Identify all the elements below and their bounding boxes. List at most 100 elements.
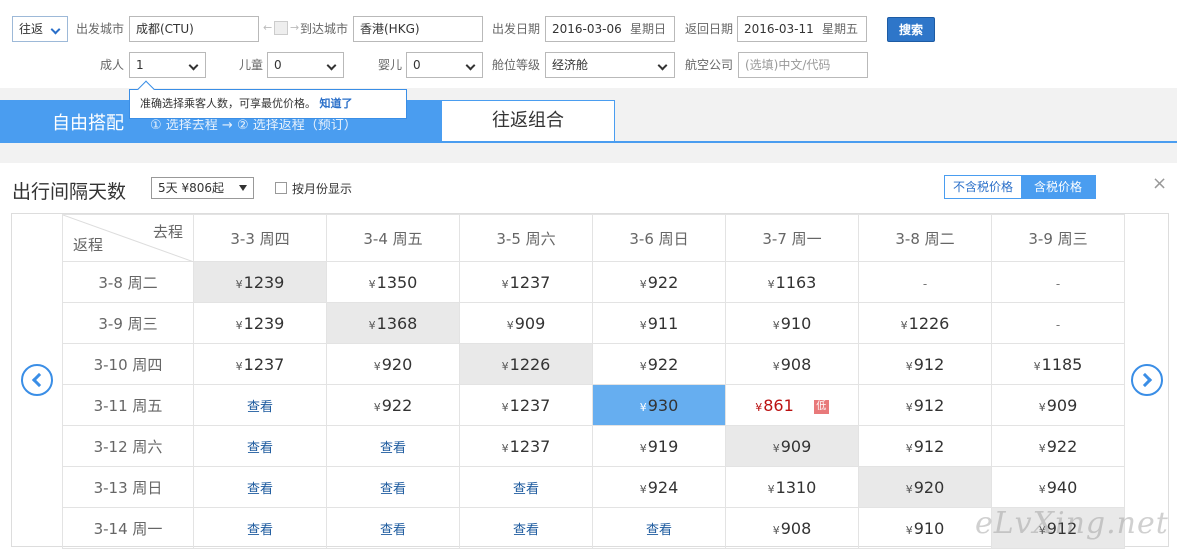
chevron-down-icon <box>50 24 61 35</box>
price-cell[interactable]: ¥912 <box>858 343 992 385</box>
child-count-select[interactable]: 0 <box>267 52 344 78</box>
view-price-cell[interactable]: 查看 <box>193 384 327 426</box>
price-cell[interactable]: ¥922 <box>326 384 460 426</box>
header-row: 去程 返程 3-3 周四 3-4 周五 3-5 周六 3-6 周日 3-7 周一 3-8 … <box>62 214 1125 262</box>
view-price-cell[interactable]: 查看 <box>193 466 327 508</box>
view-link[interactable]: 查看 <box>380 523 406 538</box>
price-grid: 去程 返程 3-3 周四 3-4 周五 3-5 周六 3-6 周日 3-7 周一 3-8 … <box>11 213 1169 549</box>
price-cell[interactable]: ¥1237 <box>193 343 327 385</box>
depart-date-input[interactable]: 2016-03-06 星期日 <box>545 16 675 42</box>
cabin-class-select[interactable]: 经济舱 <box>545 52 675 78</box>
next-week-button[interactable] <box>1131 364 1163 396</box>
price-value: ¥912 <box>906 437 945 456</box>
view-price-cell[interactable]: 查看 <box>592 507 726 549</box>
price-cell[interactable]: ¥1226 <box>858 302 992 344</box>
interval-days-select[interactable]: 5天 ¥806起 <box>151 177 254 199</box>
view-link[interactable]: 查看 <box>513 482 539 497</box>
view-link[interactable]: 查看 <box>380 482 406 497</box>
view-price-cell[interactable]: 查看 <box>326 425 460 467</box>
price-value: ¥1237 <box>502 437 551 456</box>
price-cell[interactable]: ¥1239 <box>193 302 327 344</box>
table-row: 3-14 周一 查看 查看 查看 查看 ¥908 ¥910 ¥912 <box>62 507 1125 549</box>
price-cell[interactable]: ¥940 <box>991 466 1125 508</box>
price-cell[interactable]: ¥910 <box>725 302 859 344</box>
adult-count-select[interactable]: 1 <box>129 52 206 78</box>
trip-type-select[interactable]: 往返 <box>12 16 68 42</box>
close-icon[interactable]: × <box>1152 173 1167 194</box>
selected-price-cell[interactable]: ¥930 <box>592 384 726 426</box>
view-price-cell[interactable]: 查看 <box>326 466 460 508</box>
price-cell[interactable]: ¥910 <box>858 507 992 549</box>
price-cell[interactable]: ¥1350 <box>326 261 460 303</box>
currency-symbol: ¥ <box>755 400 763 414</box>
price-amount: 909 <box>514 313 546 333</box>
view-price-cell[interactable]: 查看 <box>193 507 327 549</box>
price-cell[interactable]: ¥1185 <box>991 343 1125 385</box>
view-price-cell[interactable]: 查看 <box>193 425 327 467</box>
price-cell[interactable]: ¥919 <box>592 425 726 467</box>
no-price: - <box>1055 276 1061 291</box>
price-amount: 912 <box>913 436 945 456</box>
price-amount: 912 <box>913 395 945 415</box>
view-link[interactable]: 查看 <box>380 441 406 456</box>
infant-count-select[interactable]: 0 <box>406 52 483 78</box>
view-link[interactable]: 查看 <box>247 482 273 497</box>
price-cell[interactable]: ¥912 <box>858 425 992 467</box>
price-cell[interactable]: ¥1237 <box>459 384 593 426</box>
price-value: ¥1350 <box>369 273 418 292</box>
price-value: ¥922 <box>640 355 679 374</box>
price-cell[interactable]: ¥1237 <box>459 261 593 303</box>
price-cell[interactable]: ¥1237 <box>459 425 593 467</box>
price-cell[interactable]: ¥922 <box>991 425 1125 467</box>
price-value: ¥910 <box>906 519 945 538</box>
view-price-cell[interactable]: 查看 <box>459 507 593 549</box>
return-weekday: 星期五 <box>821 22 858 36</box>
view-link[interactable]: 查看 <box>646 523 672 538</box>
price-amount: 922 <box>647 354 679 374</box>
price-cell[interactable]: ¥1226 <box>459 343 593 385</box>
monthly-view-checkbox[interactable] <box>275 182 287 194</box>
view-link[interactable]: 查看 <box>247 400 273 415</box>
price-cell[interactable]: ¥1163 <box>725 261 859 303</box>
price-cell[interactable]: ¥908 <box>725 507 859 549</box>
price-cell[interactable]: ¥922 <box>592 343 726 385</box>
column-header: 3-7 周一 <box>725 214 859 262</box>
view-price-cell[interactable]: 查看 <box>326 507 460 549</box>
swap-cities-button[interactable]: ← → <box>263 21 299 35</box>
prev-week-button[interactable] <box>21 364 53 396</box>
tax-included-option[interactable]: 含税价格 <box>1021 176 1095 198</box>
tab-round-trip-combo[interactable]: 往返组合 <box>441 100 615 142</box>
price-cell[interactable]: ¥1310 <box>725 466 859 508</box>
price-cell[interactable]: ¥909 <box>725 425 859 467</box>
price-cell[interactable]: ¥909 <box>459 302 593 344</box>
return-date-input[interactable]: 2016-03-11 星期五 <box>737 16 867 42</box>
from-city-input[interactable]: 成都(CTU) <box>129 16 259 42</box>
price-cell[interactable]: ¥908 <box>725 343 859 385</box>
view-price-cell[interactable]: 查看 <box>459 466 593 508</box>
price-cell[interactable]: ¥922 <box>592 261 726 303</box>
search-button[interactable]: 搜索 <box>887 17 935 42</box>
currency-symbol: ¥ <box>639 359 647 373</box>
price-cell[interactable]: ¥911 <box>592 302 726 344</box>
tab-free-title: 自由搭配 <box>52 113 124 134</box>
view-link[interactable]: 查看 <box>247 441 273 456</box>
price-cell[interactable]: ¥909 <box>991 384 1125 426</box>
price-cell[interactable]: ¥912 <box>858 384 992 426</box>
to-city-input[interactable]: 香港(HKG) <box>353 16 483 42</box>
price-cell[interactable]: ¥920 <box>858 466 992 508</box>
arrow-left-icon: ← <box>263 21 273 34</box>
price-cell[interactable]: ¥920 <box>326 343 460 385</box>
got-it-link[interactable]: 知道了 <box>320 97 353 110</box>
view-link[interactable]: 查看 <box>513 523 539 538</box>
airline-input[interactable]: (选填)中文/代码 <box>738 52 868 78</box>
price-calendar-panel: 出行间隔天数 5天 ¥806起 按月份显示 不含税价格 含税价格 × 去程 返程 <box>0 163 1177 560</box>
price-cell[interactable]: ¥1368 <box>326 302 460 344</box>
price-cell[interactable]: ¥924 <box>592 466 726 508</box>
currency-symbol: ¥ <box>373 400 381 414</box>
adult-count-value: 1 <box>136 58 144 72</box>
currency-symbol: ¥ <box>501 359 509 373</box>
view-link[interactable]: 查看 <box>247 523 273 538</box>
price-cell[interactable]: ¥861 低 <box>725 384 859 426</box>
tax-excluded-option[interactable]: 不含税价格 <box>945 176 1021 198</box>
price-cell[interactable]: ¥1239 <box>193 261 327 303</box>
